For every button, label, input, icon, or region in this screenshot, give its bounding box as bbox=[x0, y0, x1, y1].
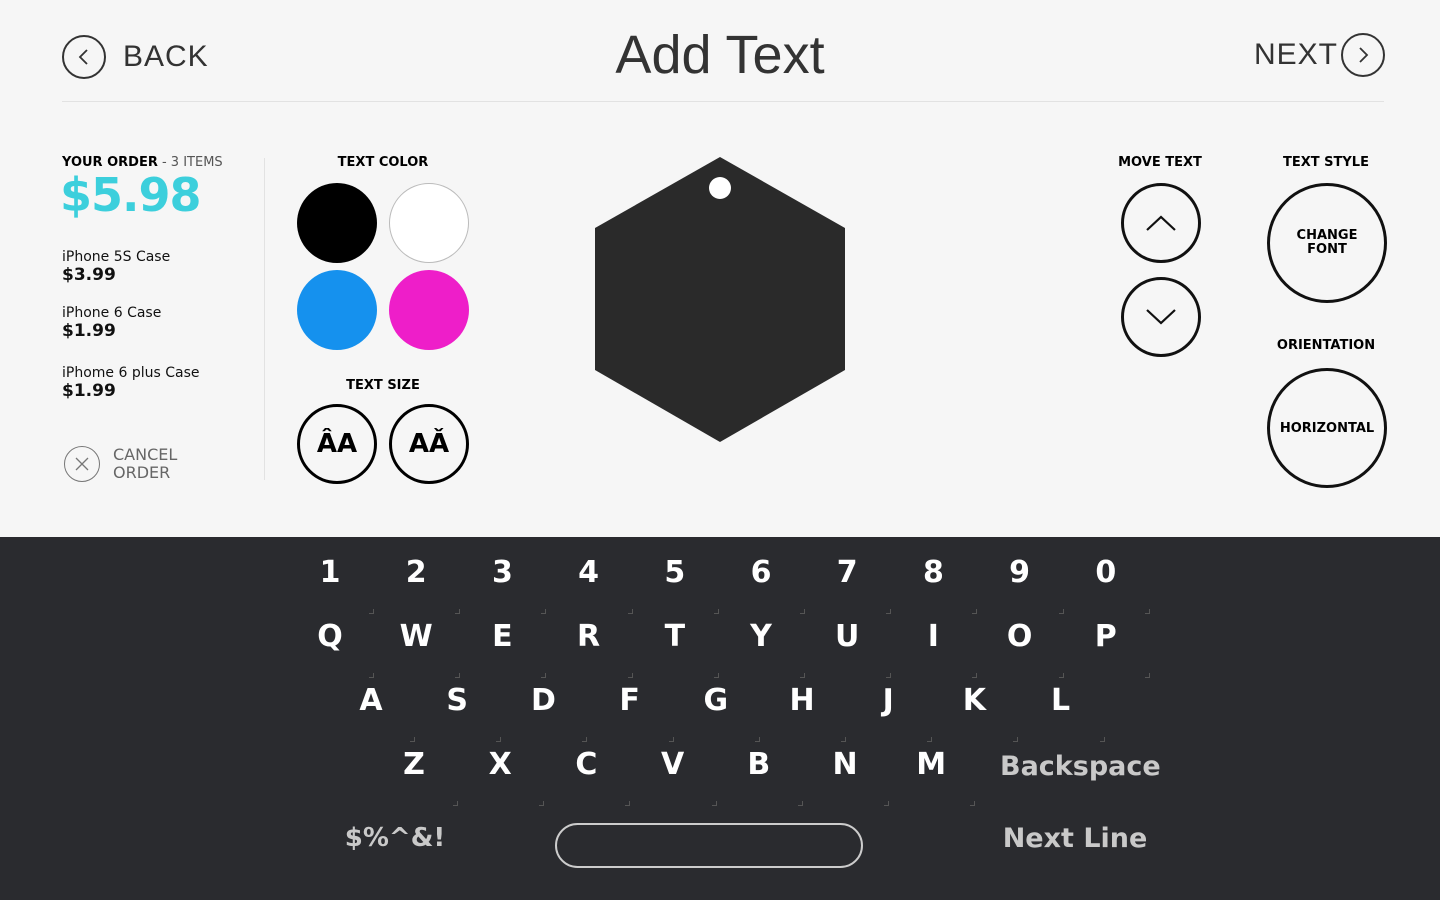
text-size-increase-icon: ÂA bbox=[316, 429, 358, 459]
key-8[interactable]: 8 bbox=[903, 555, 978, 614]
key-n[interactable]: N bbox=[815, 747, 889, 806]
key-v[interactable]: V bbox=[643, 747, 717, 806]
decrease-size-button[interactable]: AǍ bbox=[389, 404, 469, 484]
key-f[interactable]: F bbox=[600, 683, 674, 742]
order-item: iPhone 5S Case $3.99 bbox=[62, 249, 170, 285]
key-2[interactable]: 2 bbox=[386, 555, 461, 614]
key-9[interactable]: 9 bbox=[990, 555, 1064, 614]
color-white-swatch[interactable] bbox=[389, 183, 469, 263]
item-name: iPhome 6 plus Case bbox=[62, 365, 200, 381]
key-b[interactable]: B bbox=[729, 747, 803, 806]
color-black-swatch[interactable] bbox=[297, 183, 377, 263]
next-button[interactable] bbox=[1341, 33, 1385, 77]
cancel-order-button[interactable] bbox=[64, 446, 100, 482]
key-k[interactable]: K bbox=[944, 683, 1019, 742]
order-item: iPhone 6 Case $1.99 bbox=[62, 305, 161, 341]
color-magenta-swatch[interactable] bbox=[389, 270, 469, 350]
key-z[interactable]: Z bbox=[384, 747, 458, 806]
key-6[interactable]: 6 bbox=[731, 555, 805, 614]
key-7[interactable]: 7 bbox=[817, 555, 892, 614]
key-y[interactable]: Y bbox=[731, 619, 805, 678]
move-down-button[interactable] bbox=[1121, 277, 1201, 357]
key-s[interactable]: S bbox=[427, 683, 502, 742]
key-0[interactable]: 0 bbox=[1076, 555, 1150, 614]
key-o[interactable]: O bbox=[990, 619, 1064, 678]
next-label[interactable]: NEXT bbox=[1254, 38, 1338, 72]
key-p[interactable]: P bbox=[1076, 619, 1150, 678]
key-e[interactable]: E bbox=[472, 619, 547, 678]
cancel-line: ORDER bbox=[113, 463, 171, 482]
order-total: $5.98 bbox=[60, 168, 202, 222]
key-l[interactable]: L bbox=[1031, 683, 1105, 742]
section-divider bbox=[264, 158, 265, 480]
on-screen-keyboard: 1 2 3 4 5 6 7 8 9 0 Q W E R T Y U I O P A S D F G H J K L Z X C V B N M Back… bbox=[0, 537, 1440, 900]
orientation-value: HORIZONTAL bbox=[1279, 420, 1375, 436]
next-line-key[interactable]: Next Line bbox=[995, 823, 1155, 854]
orientation-label: ORIENTATION bbox=[1276, 338, 1376, 353]
color-blue-swatch[interactable] bbox=[297, 270, 377, 350]
move-text-label: MOVE TEXT bbox=[1118, 155, 1202, 170]
chevron-up-icon bbox=[1146, 215, 1176, 231]
key-u[interactable]: U bbox=[817, 619, 892, 678]
key-a[interactable]: A bbox=[341, 683, 415, 742]
key-m[interactable]: M bbox=[901, 747, 976, 806]
change-font-label: CHANGE FONT bbox=[1296, 228, 1358, 257]
tag-preview bbox=[595, 157, 845, 442]
page-title: Add Text bbox=[615, 25, 825, 85]
close-icon bbox=[75, 457, 89, 471]
key-q[interactable]: Q bbox=[300, 619, 374, 678]
key-x[interactable]: X bbox=[470, 747, 545, 806]
text-size-label: TEXT SIZE bbox=[346, 378, 420, 393]
cancel-order-label[interactable]: CANCEL ORDER bbox=[113, 446, 177, 482]
key-t[interactable]: T bbox=[645, 619, 719, 678]
text-color-label: TEXT COLOR bbox=[337, 155, 429, 170]
symbols-key[interactable]: $%^&! bbox=[335, 823, 455, 853]
key-5[interactable]: 5 bbox=[645, 555, 719, 614]
key-r[interactable]: R bbox=[559, 619, 633, 678]
item-price: $3.99 bbox=[62, 265, 116, 285]
text-input[interactable] bbox=[555, 823, 863, 868]
key-h[interactable]: H bbox=[772, 683, 846, 742]
item-name: iPhone 5S Case bbox=[62, 249, 171, 265]
chevron-right-icon bbox=[1359, 47, 1369, 63]
cancel-line: CANCEL bbox=[113, 445, 178, 464]
text-style-label: TEXT STYLE bbox=[1283, 155, 1369, 170]
order-item: iPhome 6 plus Case $1.99 bbox=[62, 365, 199, 401]
orientation-button[interactable]: HORIZONTAL bbox=[1267, 368, 1387, 488]
key-4[interactable]: 4 bbox=[559, 555, 633, 614]
item-price: $1.99 bbox=[62, 381, 116, 401]
item-price: $1.99 bbox=[62, 321, 116, 341]
increase-size-button[interactable]: ÂA bbox=[297, 404, 377, 484]
change-font-button[interactable]: CHANGE FONT bbox=[1267, 183, 1387, 303]
key-1[interactable]: 1 bbox=[300, 555, 374, 614]
text-size-decrease-icon: AǍ bbox=[408, 429, 450, 459]
key-d[interactable]: D bbox=[513, 683, 588, 742]
item-name: iPhone 6 Case bbox=[62, 305, 162, 321]
key-i[interactable]: I bbox=[903, 619, 978, 678]
key-3[interactable]: 3 bbox=[472, 555, 547, 614]
key-w[interactable]: W bbox=[386, 619, 461, 678]
backspace-key[interactable]: Backspace bbox=[1000, 751, 1161, 782]
header-divider bbox=[62, 101, 1384, 102]
move-up-button[interactable] bbox=[1121, 183, 1201, 263]
chevron-down-icon bbox=[1146, 309, 1176, 325]
key-g[interactable]: G bbox=[686, 683, 760, 742]
key-c[interactable]: C bbox=[556, 747, 631, 806]
key-j[interactable]: J bbox=[858, 683, 933, 742]
